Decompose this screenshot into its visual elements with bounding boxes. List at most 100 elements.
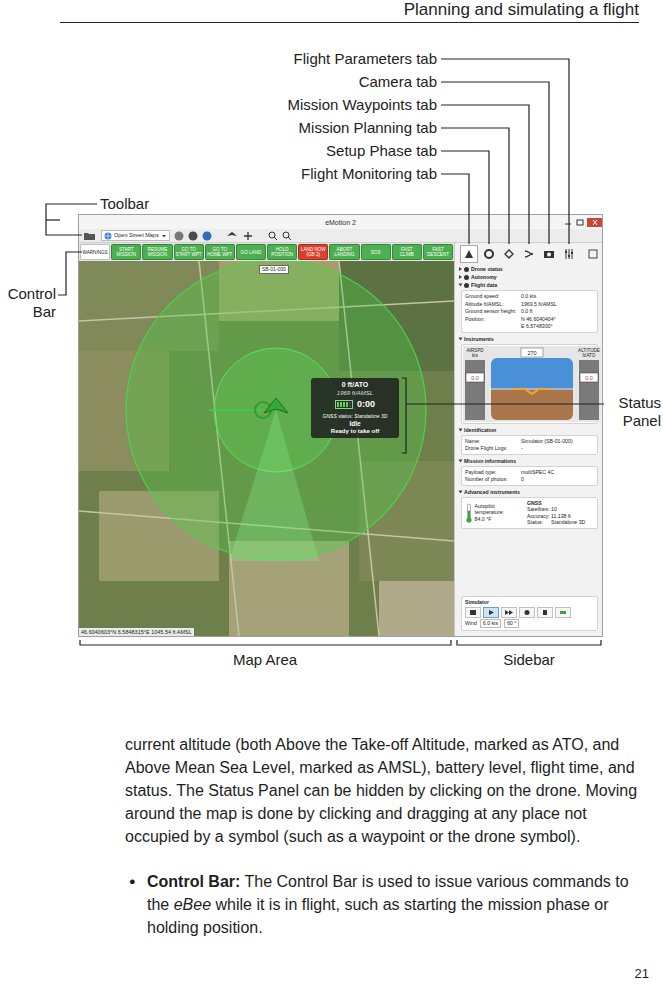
control-bar-button[interactable]: HOLD POSITION xyxy=(267,244,297,260)
sidebar-bracket xyxy=(457,640,601,645)
zoom-in-icon[interactable] xyxy=(268,231,278,241)
field-value: 0.0 ft xyxy=(521,308,594,315)
battery-bar xyxy=(340,402,342,407)
control-bar-button[interactable]: LAND NOW (GB 2) xyxy=(298,244,328,260)
sidebar-tab[interactable] xyxy=(520,245,538,263)
thermometer-icon xyxy=(465,503,473,523)
expand-arrow-icon xyxy=(459,337,463,340)
sidebar-tab[interactable] xyxy=(560,245,578,263)
zoom-out-icon[interactable] xyxy=(282,231,292,241)
field-label: Name: xyxy=(465,438,521,445)
heading-box xyxy=(521,348,543,357)
control-bar-button[interactable]: GO TO START WPT xyxy=(174,244,204,260)
product-name: eBee xyxy=(174,896,211,913)
wind-speed-field[interactable]: 6.0 kts xyxy=(480,619,501,628)
field-value: N 46.6040404° xyxy=(521,316,594,323)
map-area-bracket xyxy=(80,640,451,645)
control-bar-button[interactable]: ABORT LANDING xyxy=(329,244,359,260)
control-bar-button[interactable]: START MISSION xyxy=(111,244,141,260)
layers-icon[interactable] xyxy=(174,231,184,241)
status-section-header[interactable]: Autonomy xyxy=(455,273,602,281)
temperature-value: 84.0 °F xyxy=(475,516,523,523)
simulator-button[interactable] xyxy=(555,607,571,618)
mission-header[interactable]: Mission informations xyxy=(455,457,602,465)
tab-callout: Setup Phase tab xyxy=(326,142,437,160)
simulator-button[interactable] xyxy=(465,607,481,618)
sidebar-tab[interactable] xyxy=(500,245,518,263)
battery-bar xyxy=(349,402,351,407)
control-bar-button[interactable]: RESUME MISSION xyxy=(142,244,172,260)
sidebar-tabs xyxy=(455,243,602,265)
sidebar-tab[interactable] xyxy=(480,245,498,263)
altitude-ato: 0 ft/ATO xyxy=(313,381,397,390)
satellite-map[interactable] xyxy=(79,261,454,636)
artificial-horizon xyxy=(491,358,573,420)
setup-icon xyxy=(483,248,495,260)
airspeed-tape xyxy=(465,360,485,420)
expand-arrow-icon xyxy=(459,267,462,271)
body-text: current altitude (both Above the Take-of… xyxy=(0,733,663,939)
battery-time-row: 0:00 xyxy=(313,399,397,410)
status-section-header[interactable]: Drone status xyxy=(455,265,602,273)
status-panel[interactable]: 0 ft/ATO1969 ft/AMSL0:00GNSS status: Sta… xyxy=(311,378,399,438)
status-section-header[interactable]: Flight data xyxy=(455,281,602,289)
monitoring-icon xyxy=(463,248,475,260)
drone-icon[interactable] xyxy=(226,231,238,241)
altitude-tape xyxy=(579,360,599,420)
control-bar-button[interactable]: FAST CLIMB xyxy=(392,244,422,260)
control-bar-button[interactable]: SOS xyxy=(361,244,391,260)
field-value: 10 xyxy=(551,506,594,513)
map-source-label: Open Street Maps xyxy=(114,231,159,240)
expand-arrow-icon xyxy=(459,275,462,279)
sidebar: Drone statusAutonomyFlight data Ground sp… xyxy=(454,243,602,636)
fullscreen-icon[interactable] xyxy=(588,249,598,259)
field-label: Accuracy: xyxy=(527,513,551,520)
drone-move-icon[interactable] xyxy=(242,231,254,241)
field-label: Satellites: xyxy=(527,506,551,513)
simulator-button[interactable] xyxy=(501,607,517,618)
section-icon xyxy=(464,283,469,288)
map-source-dropdown[interactable]: Open Street Maps xyxy=(101,230,170,241)
field-value: multiSPEC 4C xyxy=(521,469,594,476)
simulator-button[interactable] xyxy=(483,607,499,618)
maximize-icon[interactable] xyxy=(574,218,585,227)
location-icon[interactable] xyxy=(188,231,198,241)
control-bar-button[interactable]: FAST DESCENT xyxy=(423,244,453,260)
field-label: Drone Flight Logs: xyxy=(465,445,521,452)
wind-direction-field[interactable]: 60 ° xyxy=(504,619,519,628)
field-label: Payload type: xyxy=(465,469,521,476)
control-bar-button[interactable]: WARNINGS xyxy=(80,244,110,260)
expand-arrow-icon xyxy=(459,490,463,493)
simulator-control-icon xyxy=(559,609,567,616)
sidebar-tab[interactable] xyxy=(540,245,558,263)
wind-label: Wind xyxy=(465,620,477,627)
field-label: Ground speed: xyxy=(465,293,521,300)
instruments-header[interactable]: Instruments xyxy=(455,335,602,343)
drone-label[interactable]: SB-01-000 xyxy=(259,265,289,274)
tab-callout: Flight Parameters tab xyxy=(294,50,437,68)
status-message: Ready to take off xyxy=(313,428,397,436)
simulator-control-icon xyxy=(469,609,477,616)
map-area[interactable]: SB-01-000 0 ft/ATO1969 ft/AMSL0:00GNSS st… xyxy=(79,261,454,636)
advanced-header[interactable]: Advanced instruments xyxy=(455,488,602,496)
close-icon[interactable] xyxy=(587,218,602,227)
flight-time: 0:00 xyxy=(357,399,375,410)
app-content: WARNINGSSTART MISSIONRESUME MISSIONGO TO… xyxy=(79,243,602,636)
settings-icon[interactable] xyxy=(202,231,212,241)
gnss-title: GNSS xyxy=(527,500,594,507)
simulator-button[interactable] xyxy=(537,607,553,618)
altitude-unit: ft/ATO xyxy=(583,353,596,358)
field-label: Ground sensor height: xyxy=(465,308,521,315)
identification-header[interactable]: Identification xyxy=(455,426,602,434)
running-header: Planning and simulating a flight xyxy=(60,0,639,23)
sidebar-tab[interactable] xyxy=(460,245,478,263)
simulator-button[interactable] xyxy=(519,607,535,618)
control-bar-button[interactable]: GO TO HOME WPT xyxy=(205,244,235,260)
field-value: Simulator (SB-01-000) xyxy=(521,438,594,445)
tab-callout: Mission Waypoints tab xyxy=(287,96,437,114)
folder-icon[interactable] xyxy=(83,231,97,241)
control-bar-button[interactable]: GO LAND xyxy=(236,244,266,260)
sidebar-callout: Sidebar xyxy=(479,651,579,669)
minimize-icon[interactable] xyxy=(562,218,573,227)
heading-value: 270 xyxy=(527,349,536,355)
